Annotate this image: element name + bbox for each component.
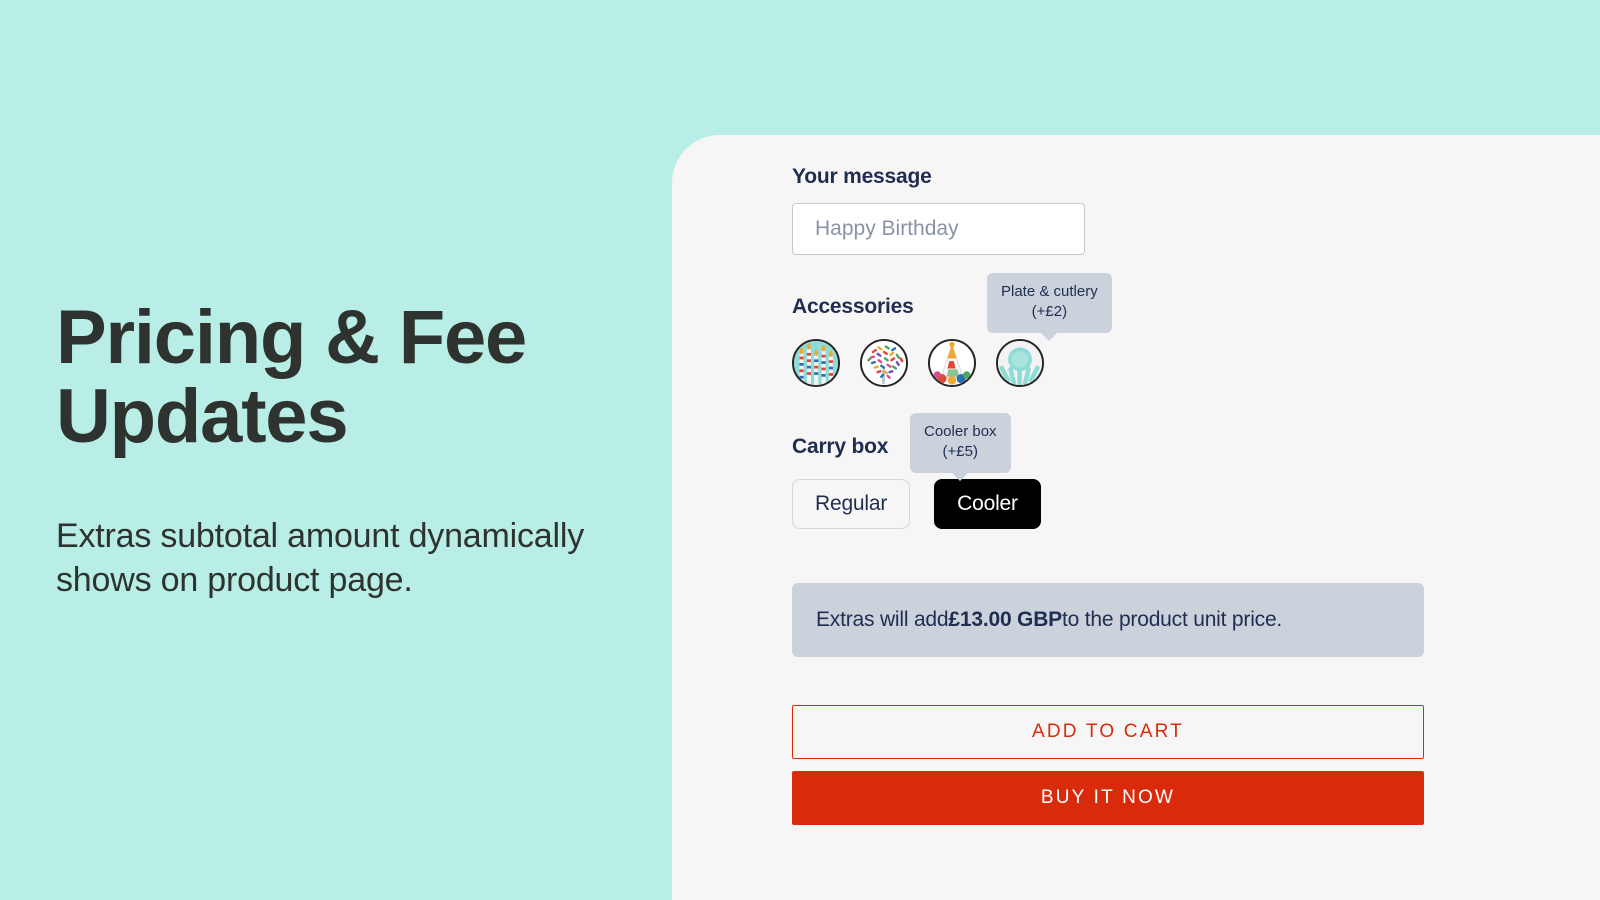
carry-box-option-cooler[interactable]: Cooler	[934, 479, 1041, 529]
carry-box-label: Carry box	[792, 435, 889, 458]
page-title: Pricing & Fee Updates	[56, 294, 527, 459]
birthday-candles-icon	[794, 341, 838, 385]
add-to-cart-button[interactable]: ADD TO CART	[792, 705, 1424, 759]
promo-subtitle: Extras subtotal amount dynamically shows…	[56, 516, 585, 600]
message-field-group: Your message	[792, 165, 1432, 255]
plate-cutlery-icon	[998, 341, 1042, 385]
carry-box-tooltip-price: (+£5)	[942, 443, 978, 461]
accessory-option-sprinkles[interactable]	[860, 339, 908, 387]
action-button-group: ADD TO CART BUY IT NOW	[792, 705, 1432, 825]
carry-box-choice-row: Regular Cooler	[792, 479, 1432, 529]
extras-suffix: to the product unit price.	[1061, 608, 1283, 631]
extras-subtotal-banner: Extras will add £13.00 GBP to the produc…	[792, 583, 1424, 657]
product-options-panel: Your message Accessories Plate & cutlery…	[672, 135, 1600, 900]
carry-box-label-row: Carry box Cooler box (+£5)	[792, 413, 1432, 473]
product-options-form: Your message Accessories Plate & cutlery…	[792, 165, 1432, 825]
extras-amount: £13.00 GBP	[948, 608, 1062, 631]
message-label: Your message	[792, 165, 932, 188]
sprinkles-icon	[862, 341, 906, 385]
accessory-option-plate-cutlery[interactable]	[996, 339, 1044, 387]
party-hat-icon	[930, 341, 974, 385]
carry-box-option-regular[interactable]: Regular	[792, 479, 911, 529]
carry-box-tooltip-name: Cooler box	[924, 423, 997, 440]
carry-box-group: Carry box Cooler box (+£5) Regular Coole…	[792, 413, 1432, 529]
extras-prefix: Extras will add	[816, 608, 949, 631]
carry-box-tooltip: Cooler box (+£5)	[910, 413, 1011, 473]
accessories-label: Accessories	[792, 295, 914, 318]
accessory-tooltip-name: Plate & cutlery	[1001, 283, 1098, 300]
promo-column: Pricing & Fee Updates Extras subtotal am…	[0, 0, 672, 900]
accessory-tooltip: Plate & cutlery (+£2)	[987, 273, 1112, 333]
accessory-tooltip-price: (+£2)	[1031, 303, 1068, 321]
accessory-swatch-row	[792, 339, 1432, 387]
accessory-option-party-hat[interactable]	[928, 339, 976, 387]
accessory-option-candles[interactable]	[792, 339, 840, 387]
message-input[interactable]	[792, 203, 1085, 255]
accessories-label-row: Accessories Plate & cutlery (+£2)	[792, 273, 1432, 333]
accessories-group: Accessories Plate & cutlery (+£2)	[792, 273, 1432, 387]
buy-it-now-button[interactable]: BUY IT NOW	[792, 771, 1424, 825]
